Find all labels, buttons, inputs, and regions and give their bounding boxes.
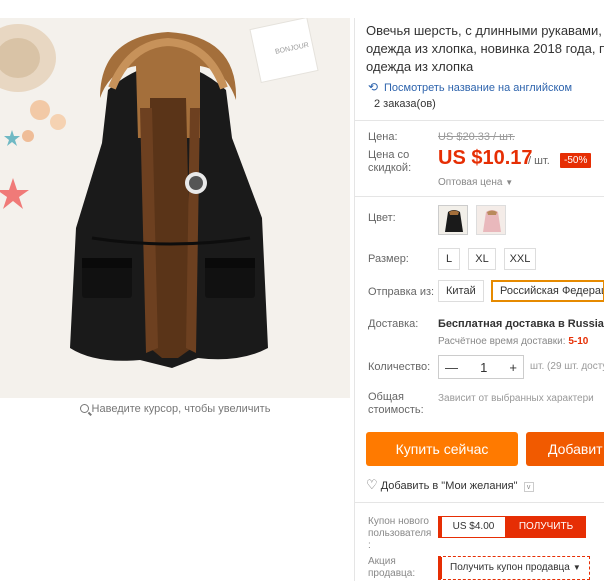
- discount-price-label-line1: Цена со: [368, 149, 410, 161]
- caret-down-icon: ▼: [505, 178, 514, 187]
- new-user-coupon-label: Купон нового пользователя :: [368, 516, 431, 552]
- old-price: US $20.33 / шт.: [438, 131, 515, 143]
- seller-promo-label: Акция продавца:: [368, 556, 415, 580]
- add-to-cart-button[interactable]: Добавит: [526, 432, 604, 466]
- title-line-1: Овечья шерсть, с длинными рукавами,: [366, 23, 602, 38]
- seller-coupon-text[interactable]: Получить купон продавца: [450, 562, 570, 573]
- ship-from-china[interactable]: Китай: [438, 280, 484, 302]
- heart-icon: ♡: [366, 477, 378, 492]
- zoom-hint: Наведите курсор, чтобы увеличить: [0, 403, 350, 415]
- delivery-time-label: Расчётное время доставки:: [438, 336, 566, 347]
- minus-button[interactable]: —: [445, 360, 458, 375]
- size-option-l[interactable]: L: [438, 248, 460, 270]
- discount-badge: -50%: [560, 153, 592, 168]
- size-option-xxl[interactable]: XXL: [504, 248, 536, 270]
- wishlist-dropdown-icon[interactable]: v: [523, 482, 534, 492]
- divider: [355, 196, 604, 197]
- color-swatch-black[interactable]: [438, 205, 468, 235]
- price-label: Цена:: [368, 131, 398, 143]
- delivery-label: Доставка:: [368, 318, 419, 330]
- zoom-hint-text: Наведите курсор, чтобы увеличить: [91, 403, 271, 415]
- discount-price-label: Цена со скидкой:: [368, 149, 411, 175]
- seller-promo-label-line2: продавца:: [368, 568, 416, 579]
- price-unit: / шт.: [528, 155, 550, 167]
- quantity-stepper[interactable]: — 1 +: [438, 355, 524, 379]
- size-label: Размер:: [368, 253, 409, 265]
- magnifier-icon: [79, 404, 89, 413]
- quantity-value[interactable]: 1: [480, 360, 487, 375]
- seller-promo-label-line1: Акция: [368, 556, 396, 567]
- translate-link-text[interactable]: Посмотреть название на английском: [384, 82, 572, 94]
- new-user-coupon-label-line1: Купон нового: [368, 516, 429, 527]
- product-image[interactable]: BONJOUR: [0, 18, 350, 398]
- delivery-method[interactable]: Бесплатная доставка в Russian F: [438, 318, 604, 330]
- ship-from-russia[interactable]: Российская Федерация: [491, 280, 604, 302]
- translate-link[interactable]: ⟲ Посмотреть название на английском: [368, 80, 572, 94]
- wholesale-price-text[interactable]: Оптовая цена: [438, 177, 502, 188]
- new-user-coupon-label-line3: :: [368, 540, 371, 551]
- wholesale-price-link[interactable]: Оптовая цена ▼: [438, 177, 513, 188]
- title-line-3: одежда из хлопка: [366, 59, 474, 74]
- plus-button[interactable]: +: [509, 360, 517, 375]
- translate-icon: ⟲: [368, 80, 379, 94]
- product-photo: BONJOUR: [0, 18, 350, 398]
- get-coupon-button[interactable]: ПОЛУЧИТЬ: [506, 516, 586, 538]
- column-divider: [354, 18, 355, 581]
- total-note: Зависит от выбранных характери: [438, 393, 594, 404]
- total-label: Общая стоимость:: [368, 391, 424, 417]
- quantity-label: Количество:: [368, 361, 431, 373]
- delivery-time-value: 5-10: [568, 336, 589, 347]
- seller-coupon-dropdown[interactable]: Получить купон продавца ▼: [438, 556, 590, 580]
- caret-down-icon: ▼: [572, 563, 581, 572]
- add-to-wishlist[interactable]: ♡ Добавить в "Мои желания" v: [366, 477, 534, 493]
- sale-price: US $10.17: [438, 147, 533, 169]
- new-user-coupon: US $4.00 ПОЛУЧИТЬ: [438, 516, 586, 538]
- delivery-time: Расчётное время доставки: 5-10: [438, 336, 588, 347]
- product-title: Овечья шерсть, с длинными рукавами, одеж…: [366, 22, 604, 76]
- new-user-coupon-label-line2: пользователя: [368, 528, 432, 539]
- color-label: Цвет:: [368, 212, 396, 224]
- discount-price-label-line2: скидкой:: [368, 162, 412, 174]
- total-label-line2: стоимость:: [368, 404, 424, 416]
- quantity-available: шт. (29 шт. доступ: [530, 361, 604, 372]
- color-swatch-pink[interactable]: [476, 205, 506, 235]
- size-option-xl[interactable]: XL: [468, 248, 496, 270]
- ship-from-label: Отправка из:: [368, 286, 435, 298]
- divider: [355, 120, 604, 121]
- total-label-line1: Общая: [368, 391, 404, 403]
- wishlist-text[interactable]: Добавить в "Мои желания": [381, 480, 518, 492]
- black-jacket-thumbnail: [439, 206, 467, 234]
- title-line-2: одежда из хлопка, новинка 2018 года, п: [366, 41, 604, 56]
- pink-jacket-thumbnail: [477, 206, 505, 234]
- divider: [355, 502, 604, 503]
- buy-now-button[interactable]: Купить сейчас: [366, 432, 518, 466]
- coupon-value: US $4.00: [438, 516, 506, 538]
- orders-count: 2 заказа(ов): [374, 98, 436, 110]
